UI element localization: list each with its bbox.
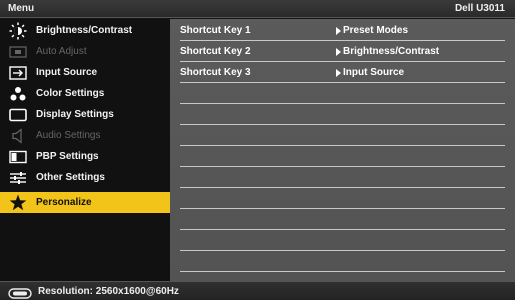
row-key: Shortcut Key 1 — [180, 25, 251, 36]
sun-icon — [0, 20, 36, 41]
sidebar-item-input-source[interactable]: Input Source — [0, 62, 170, 83]
osd-header: Menu Dell U3011 — [0, 0, 515, 18]
sidebar-item-label: PBP Settings — [36, 151, 99, 162]
empty-row — [180, 251, 505, 272]
empty-row — [180, 188, 505, 209]
empty-row — [180, 167, 505, 188]
submenu-panel: Shortcut Key 1 Preset Modes Shortcut Key… — [170, 19, 515, 281]
sidebar-item-label: Input Source — [36, 67, 98, 78]
sidebar-item-auto-adjust[interactable]: Auto Adjust — [0, 41, 170, 62]
empty-row — [180, 230, 505, 251]
sidebar-item-brightness-contrast[interactable]: Brightness/Contrast — [0, 20, 170, 41]
empty-row — [180, 146, 505, 167]
arrow-right-icon — [336, 48, 341, 56]
row-value: Preset Modes — [343, 25, 409, 36]
sidebar-item-color-settings[interactable]: Color Settings — [0, 83, 170, 104]
shortcut-key-2-row[interactable]: Shortcut Key 2 Brightness/Contrast — [180, 41, 505, 62]
sidebar-item-label: Other Settings — [36, 172, 105, 183]
speaker-icon — [0, 125, 36, 146]
sidebar-item-label: Personalize — [36, 197, 92, 208]
shortcut-key-1-row[interactable]: Shortcut Key 1 Preset Modes — [180, 20, 505, 41]
sidebar-item-personalize[interactable]: Personalize — [0, 192, 170, 213]
input-source-icon — [0, 62, 36, 83]
empty-row — [180, 209, 505, 230]
menu-title: Menu — [8, 3, 35, 14]
resolution-text: Resolution: 2560x1600@60Hz — [38, 286, 179, 297]
color-settings-icon — [0, 83, 36, 104]
pbp-icon — [0, 146, 36, 167]
sidebar-item-label: Auto Adjust — [36, 46, 87, 57]
monitor-icon — [8, 286, 32, 300]
sidebar-item-other-settings[interactable]: Other Settings — [0, 167, 170, 188]
star-icon — [0, 192, 36, 213]
empty-row — [180, 104, 505, 125]
status-bar: Resolution: 2560x1600@60Hz — [0, 281, 515, 300]
auto-adjust-icon — [0, 41, 36, 62]
monitor-osd: Menu Dell U3011 Brightness/Contrast Auto… — [0, 0, 515, 300]
sidebar-item-label: Brightness/Contrast — [36, 25, 133, 36]
sidebar-item-pbp-settings[interactable]: PBP Settings — [0, 146, 170, 167]
sidebar-menu: Brightness/Contrast Auto Adjust Input So… — [0, 19, 170, 281]
arrow-right-icon — [336, 27, 341, 35]
sidebar-item-label: Display Settings — [36, 109, 114, 120]
model-name: Dell U3011 — [454, 3, 505, 14]
empty-row — [180, 125, 505, 146]
shortcut-key-3-row[interactable]: Shortcut Key 3 Input Source — [180, 62, 505, 83]
row-value: Input Source — [343, 67, 405, 78]
sidebar-item-audio-settings[interactable]: Audio Settings — [0, 125, 170, 146]
sliders-icon — [0, 167, 36, 188]
display-icon — [0, 104, 36, 125]
sidebar-item-label: Audio Settings — [36, 130, 101, 141]
sidebar-item-display-settings[interactable]: Display Settings — [0, 104, 170, 125]
row-key: Shortcut Key 2 — [180, 46, 251, 57]
empty-row — [180, 83, 505, 104]
sidebar-item-label: Color Settings — [36, 88, 105, 99]
row-key: Shortcut Key 3 — [180, 67, 251, 78]
arrow-right-icon — [336, 69, 341, 77]
row-value: Brightness/Contrast — [343, 46, 440, 57]
